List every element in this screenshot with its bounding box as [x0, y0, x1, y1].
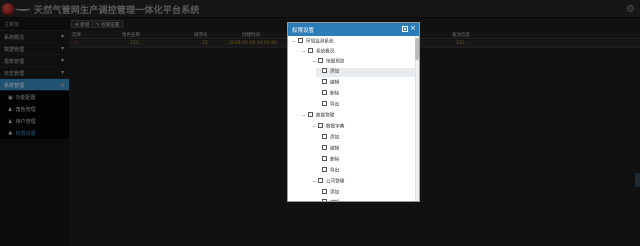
tree-node-label: 系统概况	[316, 49, 335, 55]
tree-node-label: 数据字典	[326, 124, 345, 130]
tree-checkbox[interactable]	[318, 178, 323, 183]
tree-node-label: 编辑	[330, 80, 340, 86]
tree-checkbox[interactable]	[322, 199, 327, 201]
tree-node[interactable]: 导出	[316, 101, 339, 110]
tree-node-label: 删除	[330, 91, 340, 97]
tree-checkbox[interactable]	[322, 156, 327, 161]
tree-node[interactable]: − 公司管理	[312, 178, 344, 187]
tree-node[interactable]: − 系统概况	[302, 48, 334, 57]
tree-checkbox[interactable]	[322, 145, 327, 150]
tree-node[interactable]: 添加	[316, 189, 339, 198]
tree-checkbox[interactable]	[322, 79, 327, 84]
tree-node[interactable]: − 数据管理	[302, 112, 334, 121]
tree-node[interactable]: 编辑	[316, 145, 339, 154]
close-icon[interactable]: ×	[410, 24, 416, 32]
tree-checkbox[interactable]	[322, 101, 327, 106]
tree-node-label: 地图预览	[326, 59, 345, 65]
tree-node-label: 数据管理	[316, 113, 335, 119]
tree-checkbox[interactable]	[308, 48, 313, 53]
tree-checkbox[interactable]	[318, 58, 323, 63]
tree-node[interactable]: 导出	[316, 167, 339, 176]
tree-node-label: 导出	[330, 102, 340, 108]
permission-settings-dialog: 权限设置 ▪ × −环境监测系统 −系统概况 −地图预览 添加 编辑 删除	[287, 22, 420, 202]
tree-node-label: 删除	[330, 157, 340, 163]
tree-checkbox[interactable]	[308, 112, 313, 117]
tree-checkbox[interactable]	[322, 189, 327, 194]
tree-checkbox[interactable]	[318, 123, 323, 128]
tree-node-label: 导出	[330, 168, 340, 174]
save-icon[interactable]: ▪	[402, 26, 408, 32]
tree-node[interactable]: 删除	[316, 90, 339, 99]
tree-node[interactable]: − 数据字典	[312, 123, 344, 132]
tree-checkbox[interactable]	[322, 90, 327, 95]
tree-node[interactable]: 删除	[316, 156, 339, 165]
tree-node-label: 环境监测系统	[306, 39, 334, 45]
tree-node[interactable]: − 环境监测系统	[292, 38, 334, 47]
tree-node[interactable]: 添加	[316, 134, 339, 143]
tree-checkbox[interactable]	[322, 167, 327, 172]
app-window: 天然气管网生产调控管理一体化平台系统 主菜单 系统概况 ▾ 数据管理 ▾ 报表管…	[0, 0, 640, 246]
dialog-scrollbar[interactable]	[415, 36, 419, 201]
tree-node[interactable]: 编辑	[316, 199, 339, 201]
dialog-header: 权限设置 ▪ ×	[288, 23, 419, 36]
tree-checkbox[interactable]	[322, 134, 327, 139]
tree-node[interactable]: 添加	[316, 68, 415, 77]
tree-node-label: 添加	[330, 69, 340, 75]
tree-node-label: 编辑	[330, 201, 339, 202]
tree-node-label: 编辑	[330, 146, 340, 152]
tree-checkbox[interactable]	[322, 68, 327, 73]
dialog-scrollbar-thumb[interactable]	[415, 38, 419, 60]
tree-node[interactable]: − 地图预览	[312, 58, 344, 67]
tree-node-label: 添加	[330, 135, 340, 141]
dialog-title: 权限设置	[292, 28, 315, 34]
tree-node-label: 添加	[330, 190, 340, 196]
tree-node-label: 公司管理	[326, 179, 345, 185]
tree-checkbox[interactable]	[298, 38, 303, 43]
permission-tree: − 环境监测系统 − 系统概况 − 地图预览 添加 编辑 删除 导出 − 数据管理	[288, 36, 419, 201]
tree-node[interactable]: 编辑	[316, 79, 339, 88]
